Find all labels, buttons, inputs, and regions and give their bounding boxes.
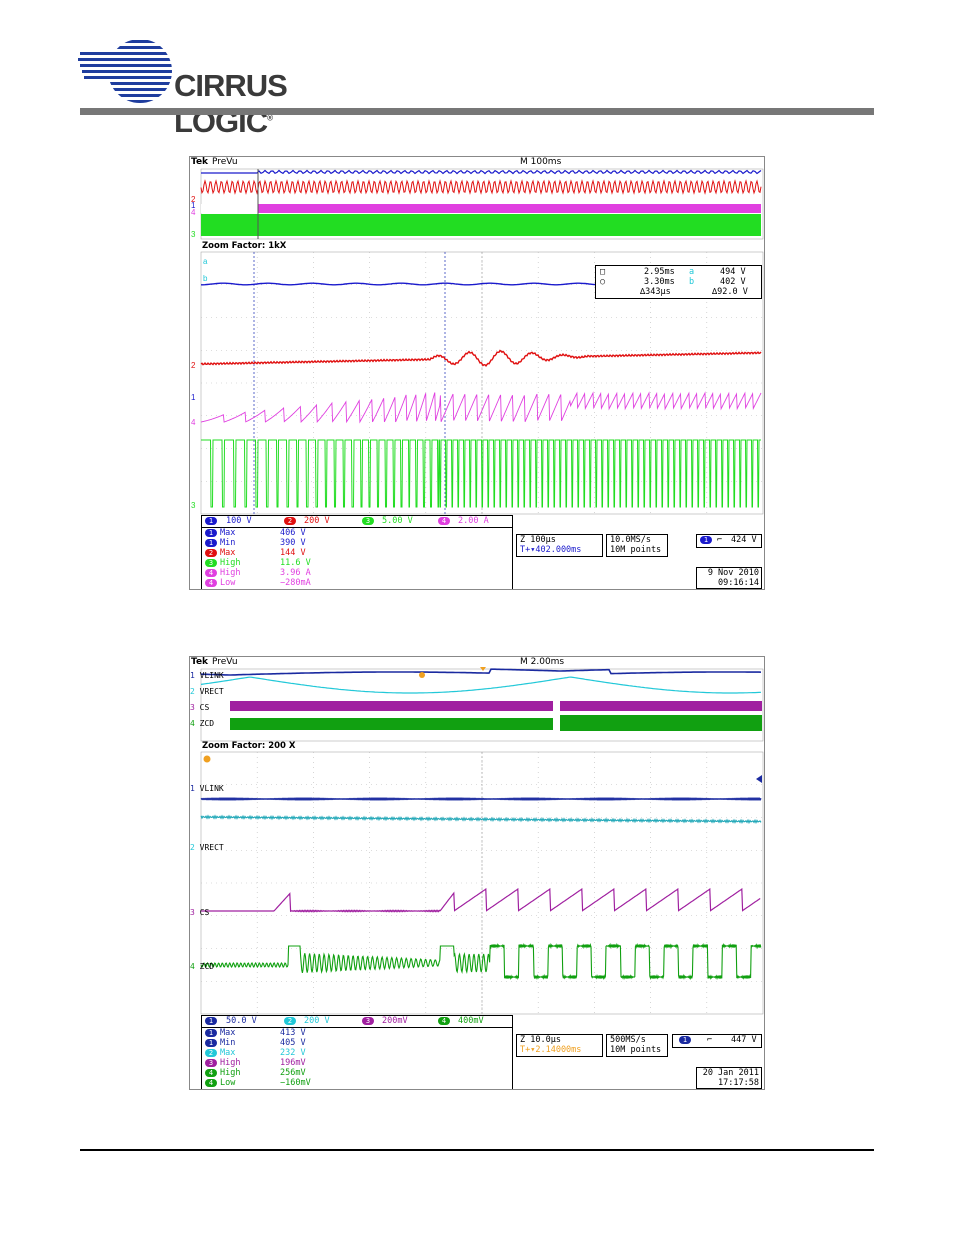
scope2-trigger-info: 1 ⌐ 447 V [672,1034,762,1048]
scope2-zoom-info: Z 10.0µs T+▾2.14000ms [516,1034,603,1057]
scope1-datetime: 9 Nov 2010 09:16:14 [696,567,762,589]
scope2-zoom-label-vlink: 1 VLINK [190,784,224,793]
channel-badge: 4 [205,1079,217,1087]
channel-badge: 3 [205,559,217,567]
measurement-value: 405 V [280,1038,306,1048]
svg-text:2: 2 [191,361,196,370]
scope2-zoom-label-vrect: 2 VRECT [190,843,224,852]
measurement-row: 1 Min 390 V [205,538,505,548]
channel-badge: 4 [205,1069,217,1077]
measurement-value: 196mV [280,1058,306,1068]
scope2-zoom-label-cs: 3 CS [190,908,210,917]
measurement-value: −160mV [280,1078,311,1088]
svg-text:3: 3 [191,230,196,239]
measurement-name: Min [220,1038,236,1048]
header-rule [80,108,874,115]
measurement-row: 2 Max 144 V [205,548,505,558]
measurement-name: Max [220,528,236,538]
scope1-trigger-info: 1 ⌐ 424 V [696,534,762,548]
scope2-ov-label-vlink: 1 VLINK [190,671,224,680]
channel-badge: 1 [205,529,217,537]
svg-text:3: 3 [191,501,196,510]
measurement-name: Max [220,548,236,558]
channel-badge: 4 [205,579,217,587]
logo-wordmark: CIRRUS LOGIC® [174,68,288,139]
scope2-zoom-label: Zoom Factor: 200 X [202,741,296,751]
scope2-ov-label-vrect: 2 VRECT [190,687,224,696]
measurement-name: Low [220,578,236,588]
scope2-datetime: 20 Jan 2011 17:17:58 [696,1067,762,1089]
measurement-name: High [220,1068,241,1078]
measurement-value: 256mV [280,1068,306,1078]
measurement-name: Low [220,1078,236,1088]
measurement-name: Min [220,538,236,548]
scope2-ov-label-cs: 3 CS [190,703,210,712]
scope2-measurements: 1 Max 413 V 1 Min 405 V 2 Max 232 V 3 High 196mV 4 Hi… [201,1027,513,1089]
scope-screenshot-1: Tek PreVu M 100ms 2 1 4 3 a b 2 1 4 3 Zo… [189,156,765,590]
measurement-row: 4 High 3.96 A [205,568,505,578]
measurement-value: 390 V [280,538,306,548]
scope1-zoom-label: Zoom Factor: 1kX [202,241,287,251]
measurement-value: 144 V [280,548,306,558]
channel-badge: 2 [205,549,217,557]
channel-badge: 2 [205,1049,217,1057]
channel-badge: 1 [205,539,217,547]
scope-screenshot-2: Tek PreVu M 2.00ms Zoom Factor: 200 X 1 … [189,656,765,1090]
channel-badge: 4 [205,569,217,577]
svg-text:b: b [203,274,208,283]
measurement-name: High [220,558,241,568]
measurement-value: 11.6 V [280,558,311,568]
channel-badge: 1 [205,1039,217,1047]
svg-text:4: 4 [191,208,196,217]
svg-text:a: a [203,257,208,266]
scope1-zoom-info: Z 100µs T+▾402.000ms [516,534,603,557]
measurement-name: Max [220,1028,236,1038]
scope1-acq-info: 10.0MS/s 10M points [606,534,668,557]
measurement-row: 1 Max 406 V [205,528,505,538]
svg-text:4: 4 [191,418,196,427]
measurement-row: 1 Max 413 V [205,1028,505,1038]
measurement-row: 3 High 11.6 V [205,558,505,568]
measurement-row: 2 Max 232 V [205,1048,505,1058]
measurement-name: Max [220,1048,236,1058]
measurement-row: 1 Min 405 V [205,1038,505,1048]
scope2-ov-label-zcd: 4 ZCD [190,719,215,728]
scope2-acq-info: 500MS/s 10M points [606,1034,668,1057]
measurement-value: 3.96 A [280,568,311,578]
measurement-row: 3 High 196mV [205,1058,505,1068]
measurement-value: 406 V [280,528,306,538]
measurement-name: High [220,568,241,578]
measurement-value: 232 V [280,1048,306,1058]
measurement-value: −280mA [280,578,311,588]
footer-rule [80,1149,874,1151]
scope1-measurements: 1 Max 406 V 1 Min 390 V 2 Max 144 V 3 High 11.6 V4H… [201,527,513,589]
measurement-row: 4 High 256mV [205,1068,505,1078]
measurement-row: 4 Low −280mA [205,578,505,588]
scope2-zoom-label-zcd: 4 ZCD [190,962,215,971]
channel-badge: 1 [205,1029,217,1037]
measurement-value: 413 V [280,1028,306,1038]
measurement-name: High [220,1058,241,1068]
cirrus-logo: CIRRUS LOGIC® [78,38,358,139]
svg-text:1: 1 [191,393,196,402]
channel-badge: 3 [205,1059,217,1067]
scope1-cursor-readout: □ 2.95ms a 494 V ○ 3.30ms b 402 V ∆343µs… [595,265,762,299]
measurement-row: 4 Low −160mV [205,1078,505,1088]
